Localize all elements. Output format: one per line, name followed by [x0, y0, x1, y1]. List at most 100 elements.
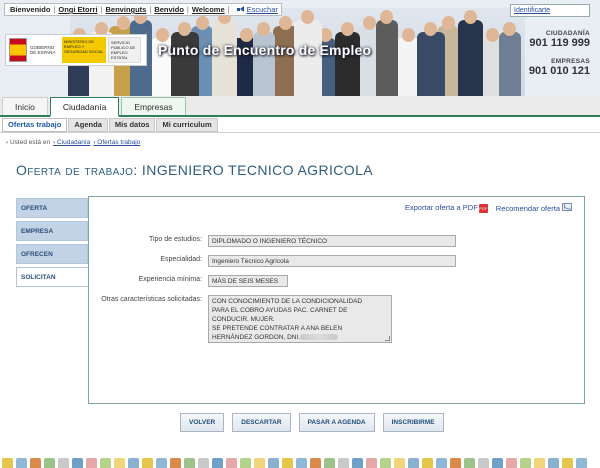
banner-person [498, 22, 521, 96]
footer-strip-tile [324, 458, 335, 468]
footer-strip-tile [226, 458, 237, 468]
banner-person-head [279, 16, 292, 30]
language-benvido[interactable]: Benvido [152, 4, 186, 15]
pasar-a-agenda-button[interactable]: PASAR A AGENDA [298, 413, 375, 432]
banner-person-head [380, 10, 393, 24]
footer-strip-tile [254, 458, 265, 468]
banner-person-head [485, 28, 499, 42]
language-welcome[interactable]: Welcome [190, 4, 227, 15]
banner-person-head [156, 28, 169, 42]
tab-ciudadania[interactable]: Ciudadanía [49, 97, 120, 117]
banner-person-head [463, 10, 477, 24]
footer-strip-tile [142, 458, 153, 468]
footer-strip-tile [422, 458, 433, 468]
otras-caracteristicas-textarea[interactable]: CON CONOCIMIENTO DE LA CONDICIONALIDAD P… [208, 295, 392, 343]
phone-empresas: EMPRESAS 901 010 121 [529, 58, 590, 77]
identify-link[interactable]: Identificarte [510, 4, 590, 17]
field-label: Experiencia mínima: [138, 276, 202, 283]
especialidad-value: Ingeniero Técnico Agrícola [208, 255, 456, 267]
footer-strip-tile [478, 458, 489, 468]
field-tipo-estudios: Tipo de estudios: DIPLOMADO O INGENIERO … [89, 235, 456, 247]
breadcrumb-prefix: › Usted está en [6, 139, 51, 146]
footer-strip-tile [114, 458, 125, 468]
language-bienvenido[interactable]: Bienvenido [8, 4, 52, 15]
offer-section-nav: OFERTA EMPRESA OFRECEN SOLICITAN [16, 198, 88, 290]
banner-person-head [257, 22, 270, 36]
language-ongi-etorri[interactable]: Ongi Etorri [56, 4, 99, 15]
page-title: Oferta de trabajo: INGENIERO TECNICO AGR… [16, 162, 373, 178]
textarea-line: CONDUCIR. MUJER. [212, 316, 275, 323]
footer-strip-tile [380, 458, 391, 468]
descartar-button[interactable]: DESCARTAR [232, 413, 291, 432]
spain-coat-of-arms-icon [9, 38, 27, 62]
inscribirme-button[interactable]: INSCRIBIRME [382, 413, 444, 432]
resize-handle-icon[interactable] [385, 336, 390, 341]
page-title-main: INGENIERO TECNICO AGRICOLA [141, 162, 373, 178]
gov-logo-text: GOBIERNO DE ESPAÑA [30, 45, 56, 55]
textarea-line: CON CONOCIMIENTO DE LA CONDICIONALIDAD [212, 298, 363, 305]
site-header: Bienvenido | Ongi Etorri | Benvinguts | … [0, 0, 600, 96]
banner-person-head [178, 22, 191, 36]
export-pdf-link[interactable]: Exportar oferta a PDF PDF [405, 203, 488, 213]
footer-strip-tile [16, 458, 27, 468]
footer-strip-tile [408, 458, 419, 468]
volver-button[interactable]: VOLVER [180, 413, 225, 432]
sub-nav: Ofertas trabajo Agenda Mis datos Mi curr… [0, 117, 600, 133]
listen-link[interactable]: Escuchar [236, 5, 278, 14]
footer-strip-tile [296, 458, 307, 468]
tab-inicio[interactable]: Inicio [2, 97, 48, 115]
government-logo[interactable]: GOBIERNO DE ESPAÑA MINISTERIO DE EMPLEO … [5, 34, 147, 66]
banner-person-head [340, 22, 354, 36]
phone-ciudadania: CIUDADANÍA 901 119 999 [529, 30, 590, 49]
footer-strip-tile [44, 458, 55, 468]
subtab-ofertas-trabajo[interactable]: Ofertas trabajo [2, 117, 68, 132]
footer-strip-tile [268, 458, 279, 468]
field-label: Otras características solicitadas: [101, 296, 202, 303]
footer-strip-tile [506, 458, 517, 468]
subtab-agenda[interactable]: Agenda [68, 117, 108, 132]
offer-detail-panel: Exportar oferta a PDF PDF Recomendar ofer… [88, 196, 585, 404]
phone-number: 901 119 999 [529, 37, 590, 49]
language-benvinguts[interactable]: Benvinguts [104, 4, 149, 15]
textarea-line: HERNÁNDEZ GORDON, DNI. [212, 334, 301, 341]
tipo-estudios-value: DIPLOMADO O INGENIERO TÉCNICO [208, 235, 456, 247]
footer-strip-tile [72, 458, 83, 468]
breadcrumb-ciudadania[interactable]: › Ciudadanía [53, 139, 90, 146]
field-label: Especialidad: [160, 256, 202, 263]
panel-actions: Exportar oferta a PDF PDF Recomendar ofer… [405, 203, 572, 213]
envelope-icon [562, 203, 572, 211]
pdf-icon: PDF [478, 204, 488, 213]
section-empresa[interactable]: EMPRESA [16, 221, 88, 241]
section-solicitan[interactable]: SOLICITAN [16, 267, 88, 287]
banner-person [211, 10, 237, 96]
footer-strip-tile [282, 458, 293, 468]
speaker-icon [236, 6, 245, 13]
footer-strip-tile [436, 458, 447, 468]
footer-strip-tile [86, 458, 97, 468]
banner-person-head [116, 16, 130, 30]
footer-strip-tile [30, 458, 41, 468]
page-title-prefix: Oferta de trabajo: [16, 162, 138, 178]
field-experiencia-minima: Experiencia mínima: MÁS DE SEIS MESES [89, 275, 288, 287]
banner-person [375, 10, 398, 96]
banner-person [416, 22, 445, 96]
footer-strip-tile [492, 458, 503, 468]
banner-person [293, 10, 322, 96]
spe-logo-text: SERVICIO PÚBLICO DE EMPLEO ESTATAL [108, 37, 141, 63]
footer-strip-tile [338, 458, 349, 468]
listen-label: Escuchar [246, 5, 278, 14]
section-oferta[interactable]: OFERTA [16, 198, 88, 218]
footer-strip-tile [240, 458, 251, 468]
section-ofrecen[interactable]: OFRECEN [16, 244, 88, 264]
textarea-line: SE PRETENDE CONTRATAR A ANA BELEN [212, 325, 343, 332]
subtab-mis-datos[interactable]: Mis datos [108, 117, 156, 132]
subtab-mi-curriculum[interactable]: Mi curriculum [156, 117, 218, 132]
phone-number: 901 010 121 [528, 65, 590, 77]
redacted-blur [300, 334, 339, 341]
tab-empresas[interactable]: Empresas [121, 97, 186, 115]
footer-strip-tile [394, 458, 405, 468]
recommend-offer-link[interactable]: Recomendar oferta [496, 203, 572, 213]
breadcrumb-ofertas-trabajo[interactable]: › Ofertas trabajo [93, 139, 140, 146]
phone-label: EMPRESAS [551, 58, 590, 65]
footer-strip-tile [548, 458, 559, 468]
